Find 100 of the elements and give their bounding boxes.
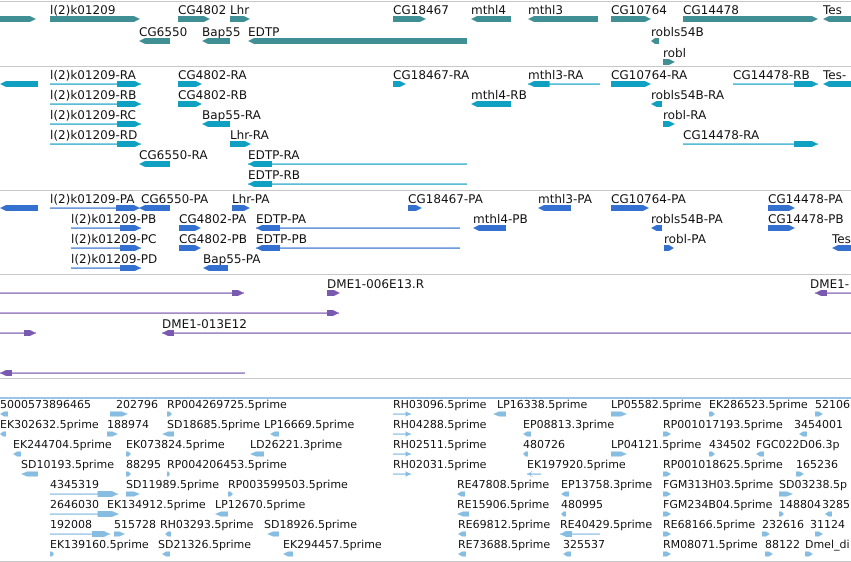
feature-glyph[interactable] bbox=[202, 37, 230, 45]
feature-glyph[interactable] bbox=[651, 37, 659, 45]
feature-glyph[interactable] bbox=[0, 329, 36, 337]
feature-glyph[interactable] bbox=[611, 80, 651, 88]
feature-glyph[interactable] bbox=[71, 244, 141, 252]
feature-glyph[interactable] bbox=[651, 224, 662, 232]
feature-glyph[interactable] bbox=[768, 224, 795, 232]
feature-glyph[interactable] bbox=[50, 15, 140, 23]
feature-label: EK294457.5prime bbox=[283, 539, 382, 551]
feature-label: CG4802-PA bbox=[179, 213, 246, 225]
feature-label: RH03096.5prime bbox=[393, 399, 486, 411]
feature-label: RE68166.5prime bbox=[663, 519, 756, 531]
feature-glyph[interactable] bbox=[473, 224, 506, 232]
feature-glyph[interactable] bbox=[162, 329, 851, 337]
feature-glyph[interactable] bbox=[0, 80, 38, 88]
feature-glyph[interactable] bbox=[327, 289, 340, 297]
feature-label: Lhr-PA bbox=[232, 193, 270, 205]
feature-label: CG4802-RA bbox=[178, 69, 247, 81]
feature-glyph[interactable] bbox=[832, 244, 851, 252]
feature-label: mthl3 bbox=[528, 4, 563, 16]
feature-label: robl bbox=[663, 47, 686, 59]
feature-glyph[interactable] bbox=[0, 289, 244, 297]
feature-glyph[interactable] bbox=[683, 140, 818, 148]
feature-label: Lhr-RA bbox=[230, 129, 269, 141]
feature-glyph[interactable] bbox=[179, 244, 201, 252]
feature-glyph[interactable] bbox=[178, 15, 210, 23]
feature-glyph[interactable] bbox=[0, 15, 36, 23]
feature-label: Tes- bbox=[823, 69, 846, 81]
feature-label: CG14478-RB bbox=[733, 69, 810, 81]
feature-glyph[interactable] bbox=[232, 204, 250, 212]
feature-glyph[interactable] bbox=[0, 204, 38, 212]
feature-label: SD10193.5prime bbox=[21, 459, 114, 471]
feature-label: EDTP-PB bbox=[256, 233, 307, 245]
feature-glyph[interactable] bbox=[528, 15, 598, 23]
feature-label: l(2)k01209-RB bbox=[50, 89, 136, 101]
feature-glyph[interactable] bbox=[178, 80, 202, 88]
feature-label: 3285 bbox=[822, 499, 850, 511]
feature-glyph[interactable] bbox=[203, 264, 228, 272]
feature-glyph[interactable] bbox=[50, 120, 141, 128]
feature-label: CG10764-PA bbox=[611, 193, 686, 205]
feature-glyph[interactable] bbox=[0, 369, 245, 377]
feature-glyph[interactable] bbox=[815, 289, 851, 297]
feature-glyph[interactable] bbox=[611, 15, 651, 23]
feature-label: Tes bbox=[832, 233, 851, 245]
feature-glyph[interactable] bbox=[471, 15, 511, 23]
feature-glyph[interactable] bbox=[202, 120, 230, 128]
feature-label: CG18467-RA bbox=[393, 69, 470, 81]
feature-label: 192008 bbox=[50, 519, 92, 531]
feature-label: SD21326.5prime bbox=[158, 539, 251, 551]
feature-glyph[interactable] bbox=[823, 15, 851, 23]
feature-label: robls54B-RA bbox=[651, 89, 724, 101]
feature-glyph[interactable] bbox=[393, 15, 426, 23]
feature-glyph[interactable] bbox=[50, 140, 141, 148]
feature-glyph[interactable] bbox=[248, 160, 467, 168]
feature-label: l(2)k01209-RD bbox=[50, 129, 138, 141]
feature-glyph[interactable] bbox=[139, 204, 170, 212]
feature-glyph[interactable] bbox=[823, 80, 851, 88]
feature-glyph[interactable] bbox=[768, 204, 795, 212]
feature-glyph[interactable] bbox=[393, 80, 406, 88]
feature-glyph[interactable] bbox=[651, 100, 662, 108]
feature-glyph[interactable] bbox=[178, 100, 202, 108]
feature-glyph[interactable] bbox=[664, 244, 674, 252]
feature-glyph[interactable] bbox=[528, 80, 600, 88]
feature-label: 325537 bbox=[563, 539, 605, 551]
feature-glyph[interactable] bbox=[139, 160, 170, 168]
feature-label: RH03293.5prime bbox=[160, 519, 254, 531]
feature-glyph[interactable] bbox=[538, 204, 571, 212]
feature-glyph[interactable] bbox=[230, 15, 250, 23]
feature-label: RH02031.5prime bbox=[393, 459, 486, 471]
feature-glyph[interactable] bbox=[256, 224, 460, 232]
feature-glyph[interactable] bbox=[0, 309, 339, 317]
feature-glyph[interactable] bbox=[179, 224, 201, 232]
feature-glyph[interactable] bbox=[248, 37, 467, 45]
feature-label: DME1-006E13.R bbox=[327, 278, 424, 290]
feature-glyph[interactable] bbox=[256, 244, 460, 252]
feature-glyph[interactable] bbox=[139, 37, 170, 45]
feature-glyph[interactable] bbox=[611, 204, 649, 212]
feature-glyph[interactable] bbox=[733, 80, 818, 88]
feature-glyph[interactable] bbox=[471, 100, 511, 108]
feature-glyph[interactable] bbox=[71, 224, 141, 232]
feature-label: 4345319 bbox=[50, 479, 99, 491]
feature-glyph[interactable] bbox=[230, 140, 251, 148]
feature-label: LP12670.5prime bbox=[215, 499, 306, 511]
feature-label: l(2)k01209-RC bbox=[50, 109, 136, 121]
feature-label: Bap55 bbox=[202, 26, 240, 38]
feature-glyph[interactable] bbox=[408, 204, 422, 212]
feature-glyph[interactable] bbox=[50, 100, 141, 108]
feature-label: 88122 bbox=[765, 539, 800, 551]
feature-glyph[interactable] bbox=[683, 15, 818, 23]
feature-label: RE73688.5prime bbox=[458, 539, 550, 551]
feature-glyph[interactable] bbox=[71, 264, 141, 272]
feature-glyph[interactable] bbox=[50, 80, 141, 88]
feature-label: LD26221.3prime bbox=[250, 439, 342, 451]
feature-glyph[interactable] bbox=[50, 204, 140, 212]
feature-glyph[interactable] bbox=[663, 120, 675, 128]
feature-glyph[interactable] bbox=[248, 180, 467, 188]
feature-label: SD18685.5prime bbox=[167, 419, 260, 431]
feature-label: DME1- bbox=[810, 278, 850, 290]
feature-label: EK302632.5prime bbox=[0, 419, 99, 431]
feature-label: CG14478-PB bbox=[768, 213, 844, 225]
